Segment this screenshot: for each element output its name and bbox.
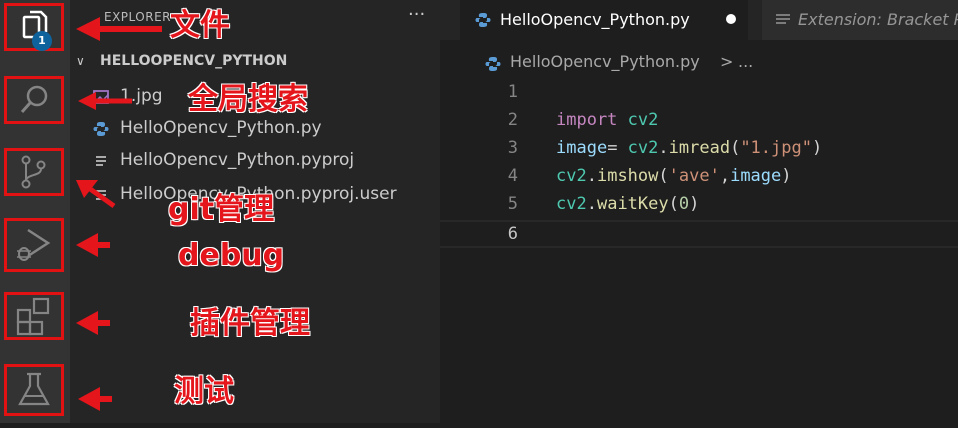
editor-tabs: HelloOpencv_Python.py Extension: Bracket… xyxy=(440,0,958,40)
breadcrumb-file[interactable]: HelloOpencv_Python.py xyxy=(510,52,700,71)
tab-extension-preview[interactable]: Extension: Bracket P xyxy=(762,0,958,40)
file-name: HelloOpencv_Python.py xyxy=(120,118,322,138)
code-token: waitKey xyxy=(596,194,669,214)
unsaved-dot-icon[interactable] xyxy=(726,14,736,24)
annotation-search: 全局搜索 xyxy=(188,82,308,117)
code-token: , xyxy=(719,166,731,186)
extension-preview-icon xyxy=(776,14,790,24)
code-token: ( xyxy=(668,194,679,214)
arrow-left-icon xyxy=(76,17,162,41)
extensions-icon xyxy=(16,297,50,336)
code-token: 'ave' xyxy=(668,166,720,186)
arrow-left-icon xyxy=(76,180,116,209)
source-control-icon xyxy=(21,155,46,189)
chevron-down-icon: ∨ xyxy=(76,54,85,68)
python-file-icon xyxy=(93,122,109,136)
code-token: ( xyxy=(658,166,669,186)
source-control-button[interactable] xyxy=(0,146,70,212)
code-line[interactable]: 4 cv2.imshow('ave',image) xyxy=(440,164,958,192)
code-line[interactable]: 6 xyxy=(440,220,958,248)
code-token: image xyxy=(730,166,782,186)
code-token: . xyxy=(658,138,669,158)
code-editor[interactable]: 1 2 import cv2 3 image= cv2.imread("1.jpg") 4… xyxy=(440,80,958,423)
code-token: cv2 xyxy=(627,110,659,130)
arrow-left-icon xyxy=(78,387,112,411)
code-line[interactable]: 2 import cv2 xyxy=(440,108,958,136)
annotation-git: git管理 xyxy=(168,192,275,227)
file-item[interactable]: HelloOpencv_Python.pyproj xyxy=(70,146,440,176)
code-line[interactable]: 3 image= cv2.imread("1.jpg") xyxy=(440,136,958,164)
code-token: . xyxy=(586,166,597,186)
file-item[interactable]: HelloOpencv_Python.py xyxy=(70,114,440,144)
annotation-debug: debug xyxy=(178,238,285,273)
code-token: cv2 xyxy=(627,138,659,158)
activity-bar: 1 xyxy=(0,0,70,423)
search-icon xyxy=(20,85,48,113)
line-number: 4 xyxy=(507,166,518,186)
text-file-icon xyxy=(96,156,106,166)
folder-header[interactable]: ∨ HELLOOPENCV_PYTHON xyxy=(70,52,440,74)
code-token: "1.jpg" xyxy=(740,138,812,158)
annotation-extensions: 插件管理 xyxy=(190,306,310,341)
breadcrumb-separator: > xyxy=(720,52,734,71)
code-token: imshow xyxy=(596,166,659,186)
testing-button[interactable] xyxy=(0,362,70,428)
search-button[interactable] xyxy=(0,74,70,140)
annotation-testing: 测试 xyxy=(174,374,234,409)
code-line[interactable]: 5 cv2.waitKey(0) xyxy=(440,192,958,220)
explorer-badge: 1 xyxy=(32,31,52,51)
line-text: cv2.waitKey(0) xyxy=(556,194,699,214)
code-token: cv2 xyxy=(556,194,587,214)
breadcrumb-symbols[interactable]: ... xyxy=(738,52,753,71)
arrow-left-icon xyxy=(76,311,110,335)
line-text: cv2.imshow('ave',image) xyxy=(556,166,792,186)
python-file-icon xyxy=(475,13,491,27)
more-actions-button[interactable]: ··· xyxy=(408,4,425,25)
line-number: 1 xyxy=(507,82,518,102)
code-token: = xyxy=(607,138,628,158)
arrow-left-icon xyxy=(76,233,110,257)
explorer-button[interactable]: 1 xyxy=(0,0,70,66)
annotation-files: 文件 xyxy=(170,8,230,43)
code-token: cv2 xyxy=(556,166,587,186)
extensions-button[interactable] xyxy=(0,290,70,356)
arrow-left-icon xyxy=(78,92,132,110)
code-token: ( xyxy=(730,138,741,158)
tab-label: Extension: Bracket P xyxy=(798,10,958,29)
run-debug-icon xyxy=(17,228,51,261)
run-debug-button[interactable] xyxy=(0,216,70,282)
code-token: ) xyxy=(811,138,823,158)
code-token: imread xyxy=(668,138,731,158)
code-token: . xyxy=(586,194,597,214)
line-number: 5 xyxy=(507,194,518,214)
code-token: ) xyxy=(781,166,792,186)
code-token: import xyxy=(556,110,618,130)
line-number: 2 xyxy=(507,110,518,130)
line-number: 3 xyxy=(507,138,518,158)
line-number: 6 xyxy=(507,224,518,244)
line-text: image= cv2.imread("1.jpg") xyxy=(556,138,822,158)
code-token: image xyxy=(556,138,608,158)
testing-flask-icon xyxy=(18,372,50,406)
python-file-icon xyxy=(485,57,501,71)
line-text: import cv2 xyxy=(556,110,658,130)
code-token: 0 xyxy=(678,194,690,214)
file-name: HelloOpencv_Python.pyproj xyxy=(120,150,355,170)
folder-name: HELLOOPENCV_PYTHON xyxy=(100,53,288,69)
tab-hello-opencv[interactable]: HelloOpencv_Python.py xyxy=(460,0,748,40)
code-token: ) xyxy=(689,194,700,214)
tab-label: HelloOpencv_Python.py xyxy=(500,10,690,29)
code-line[interactable]: 1 xyxy=(440,80,958,108)
